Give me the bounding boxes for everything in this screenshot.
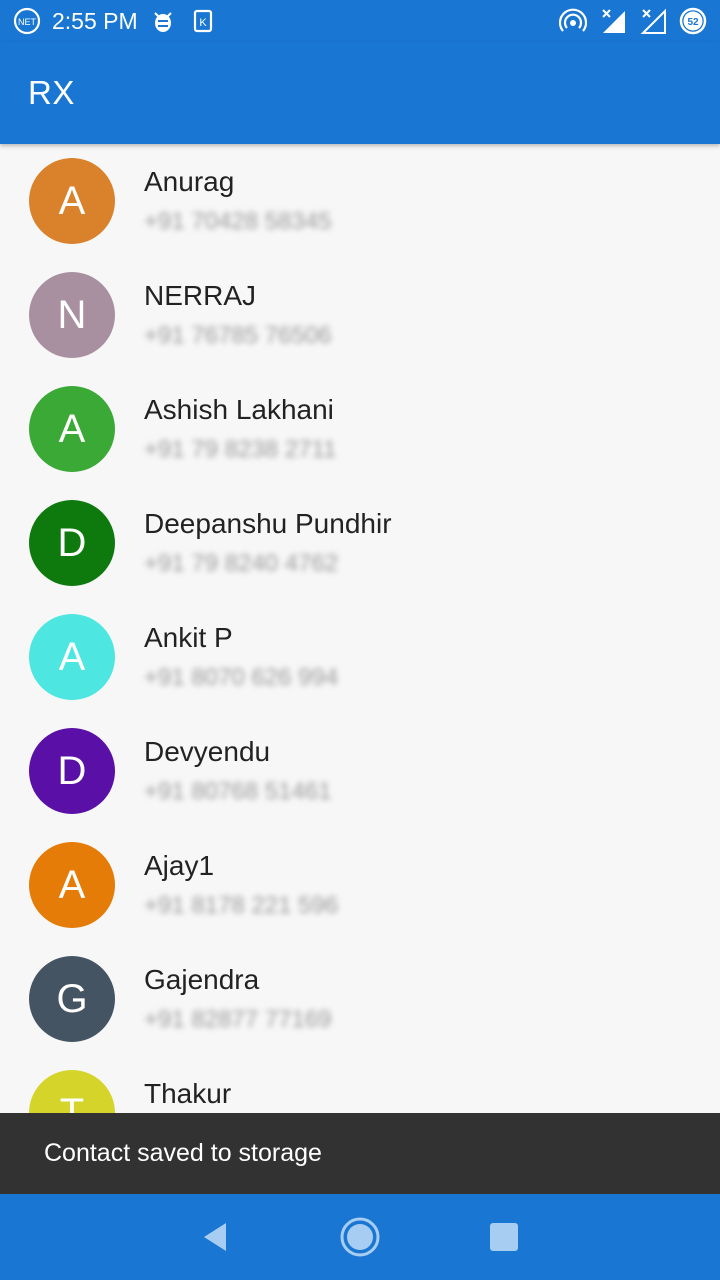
vpn-icon: NET [12, 6, 42, 36]
bug-icon [148, 6, 178, 36]
contact-phone: +91 76785 76506 [144, 322, 332, 349]
avatar: G [29, 956, 115, 1042]
contact-name: Deepanshu Pundhir [144, 508, 392, 539]
contact-item[interactable]: N NERRAJ +91 76785 76506 [0, 258, 720, 372]
contact-item[interactable]: A Ankit P +91 8070 626 994 [0, 600, 720, 714]
contact-phone: +91 82877 77169 [144, 1006, 332, 1033]
contact-name: NERRAJ [144, 280, 257, 311]
contact-item[interactable]: T Thakur [0, 1056, 720, 1113]
status-right: 52 [558, 6, 708, 36]
avatar: A [29, 386, 115, 472]
battery-level: 52 [687, 17, 699, 28]
home-button[interactable] [336, 1213, 384, 1261]
app-title: RX [28, 74, 75, 111]
contact-phone: +91 8070 626 994 [144, 664, 339, 691]
contact-name: Gajendra [144, 964, 260, 995]
contact-name: Devyendu [144, 736, 271, 767]
contact-item[interactable]: A Anurag +91 70428 58345 [0, 144, 720, 258]
avatar: A [29, 158, 115, 244]
svg-text:K: K [199, 17, 207, 29]
recents-icon [490, 1223, 518, 1251]
svg-text:NET: NET [18, 17, 37, 27]
snackbar-message: Contact saved to storage [44, 1139, 322, 1167]
avatar: A [29, 842, 115, 928]
signal-icon [638, 6, 668, 36]
avatar: N [29, 272, 115, 358]
contact-name: Thakur [144, 1078, 232, 1109]
contact-list[interactable]: A Anurag +91 70428 58345 N NERRAJ +91 76… [0, 144, 720, 1113]
status-bar: NET 2:55 PM K 52 [0, 0, 720, 42]
back-icon [204, 1223, 226, 1251]
battery-icon: 52 [678, 6, 708, 36]
contact-phone: +91 70428 58345 [144, 208, 332, 235]
avatar: A [29, 614, 115, 700]
avatar: D [29, 728, 115, 814]
home-icon [340, 1217, 380, 1257]
avatar: D [29, 500, 115, 586]
contact-phone: +91 80768 51461 [144, 778, 332, 805]
contact-name: Anurag [144, 166, 235, 197]
contact-item[interactable]: G Gajendra +91 82877 77169 [0, 942, 720, 1056]
status-time: 2:55 PM [52, 7, 138, 34]
status-left: NET 2:55 PM K [12, 6, 218, 36]
contact-item[interactable]: D Deepanshu Pundhir +91 79 8240 4762 [0, 486, 720, 600]
avatar: T [29, 1070, 115, 1113]
contact-item[interactable]: A Ajay1 +91 8178 221 596 [0, 828, 720, 942]
recents-button[interactable] [480, 1213, 528, 1261]
contact-item[interactable]: A Ashish Lakhani +91 79 8238 2711 [0, 372, 720, 486]
hotspot-icon [558, 6, 588, 36]
contact-phone: +91 8178 221 596 [144, 892, 339, 919]
snackbar: Contact saved to storage [0, 1113, 720, 1194]
app-bar: RX [0, 42, 720, 144]
k-icon: K [188, 6, 218, 36]
contact-phone: +91 79 8238 2711 [144, 436, 337, 463]
contact-name: Ajay1 [144, 850, 215, 881]
back-button[interactable] [192, 1213, 240, 1261]
contact-name: Ashish Lakhani [144, 394, 334, 425]
nav-bar [0, 1194, 720, 1280]
signal-icon [598, 6, 628, 36]
contact-item[interactable]: D Devyendu +91 80768 51461 [0, 714, 720, 828]
contact-name: Ankit P [144, 622, 233, 653]
contact-phone: +91 79 8240 4762 [144, 550, 339, 577]
